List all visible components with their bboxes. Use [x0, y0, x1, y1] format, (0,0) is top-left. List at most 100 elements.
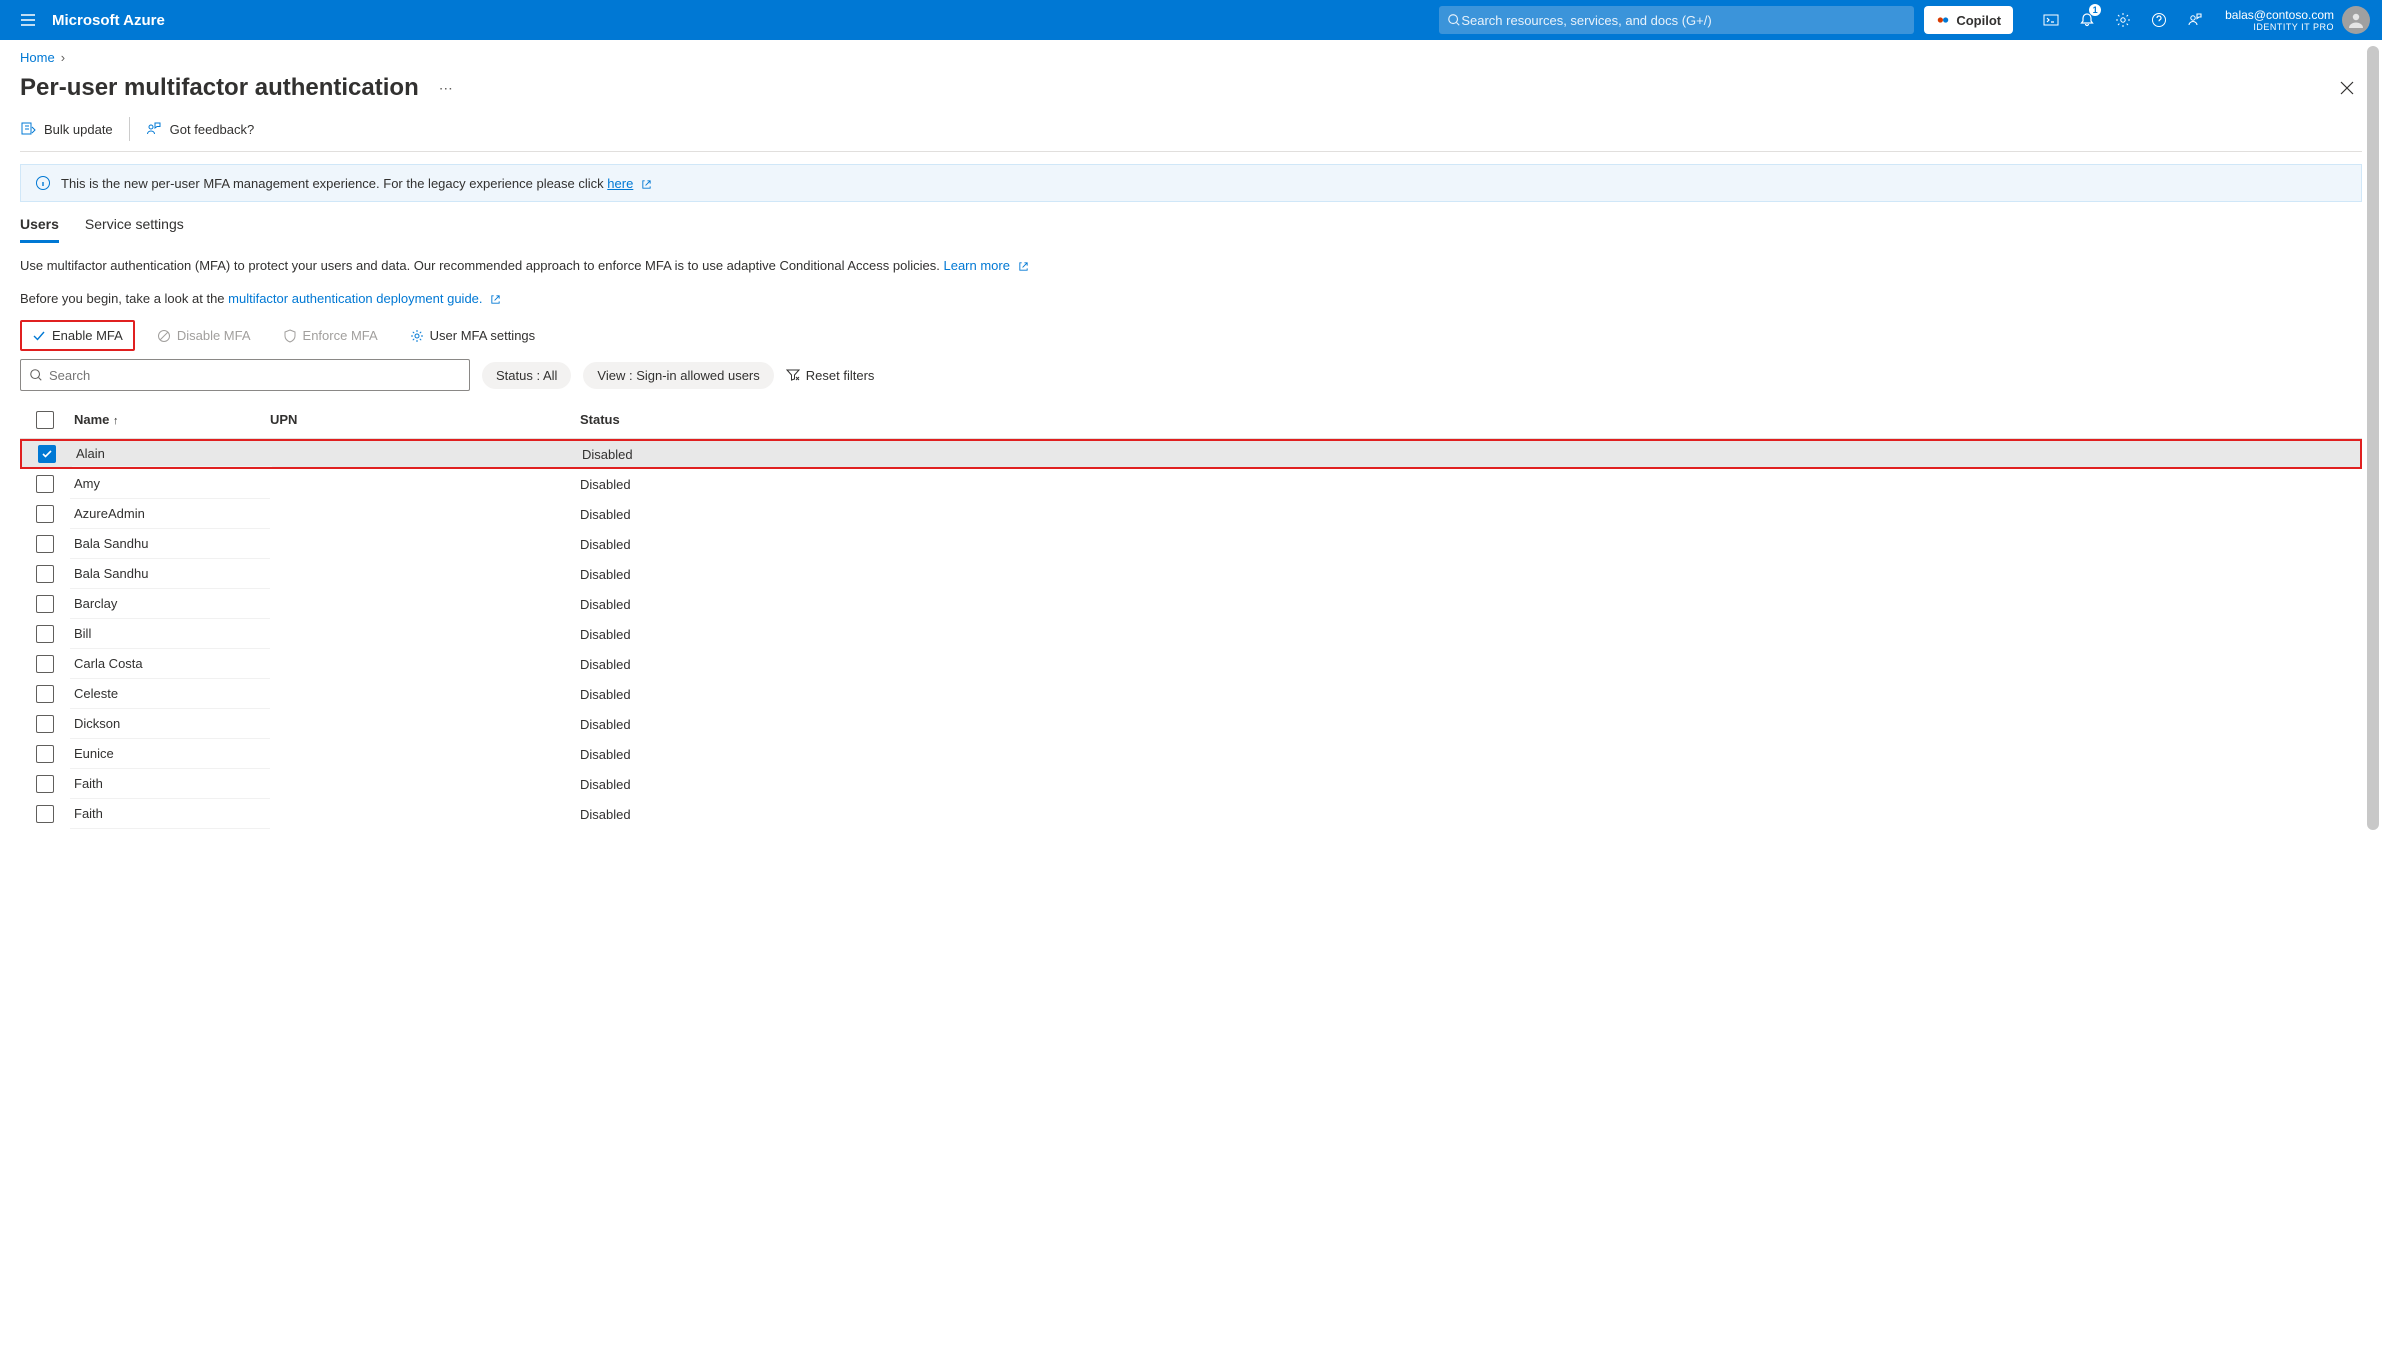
table-row[interactable]: Bala SandhuDisabled	[20, 559, 2362, 589]
row-status: Disabled	[580, 537, 2362, 552]
close-button[interactable]	[2332, 73, 2362, 103]
row-status: Disabled	[580, 657, 2362, 672]
row-checkbox[interactable]	[36, 505, 54, 523]
intro-text-2: Before you begin, take a look at the mul…	[0, 273, 2382, 306]
row-name: Faith	[70, 799, 270, 829]
table-header: Name ↑ UPN Status	[20, 401, 2362, 439]
row-checkbox[interactable]	[36, 805, 54, 823]
avatar[interactable]	[2342, 6, 2370, 34]
account-email: balas@contoso.com	[2225, 8, 2334, 22]
check-icon	[32, 329, 46, 343]
column-name[interactable]: Name ↑	[70, 412, 270, 427]
help-icon	[2151, 12, 2167, 28]
row-status: Disabled	[580, 807, 2362, 822]
row-status: Disabled	[582, 447, 2360, 462]
row-checkbox[interactable]	[36, 745, 54, 763]
table-row[interactable]: Barclay Disabled	[20, 589, 2362, 619]
table-row[interactable]: Bala Sandhu Disabled	[20, 529, 2362, 559]
cloud-shell-button[interactable]	[2033, 0, 2069, 40]
row-name: Bill	[70, 619, 270, 649]
person-feedback-icon	[2187, 12, 2203, 28]
row-status: Disabled	[580, 687, 2362, 702]
row-checkbox[interactable]	[36, 685, 54, 703]
table-row[interactable]: DicksonDisabled	[20, 709, 2362, 739]
chevron-right-icon: ›	[61, 50, 65, 65]
table-row[interactable]: AzureAdminDisabled	[20, 499, 2362, 529]
page-scrollbar[interactable]	[2366, 42, 2380, 1349]
legacy-link[interactable]: here	[607, 176, 633, 191]
table-row[interactable]: Faith Disabled	[20, 799, 2362, 829]
info-banner: This is the new per-user MFA management …	[20, 164, 2362, 202]
table-search-input[interactable]	[49, 368, 461, 383]
reset-filters-button[interactable]: Reset filters	[786, 368, 875, 383]
tab-users[interactable]: Users	[20, 216, 59, 243]
row-status: Disabled	[580, 507, 2362, 522]
select-all-checkbox[interactable]	[36, 411, 54, 429]
row-checkbox[interactable]	[36, 655, 54, 673]
global-search[interactable]	[1439, 6, 1914, 34]
table-row[interactable]: CelesteDisabled	[20, 679, 2362, 709]
table-row[interactable]: BillDisabled	[20, 619, 2362, 649]
row-checkbox[interactable]	[36, 715, 54, 733]
copilot-button[interactable]: Copilot	[1924, 6, 2013, 34]
table-row[interactable]: Amy Disabled	[20, 469, 2362, 499]
enable-mfa-button[interactable]: Enable MFA	[20, 320, 135, 351]
tabs: Users Service settings	[0, 202, 2382, 244]
row-checkbox[interactable]	[36, 625, 54, 643]
row-checkbox[interactable]	[36, 565, 54, 583]
view-filter-pill[interactable]: View : Sign-in allowed users	[583, 362, 773, 389]
table-row[interactable]: EuniceDisabled	[20, 739, 2362, 769]
tab-service-settings[interactable]: Service settings	[85, 216, 184, 243]
close-icon	[2340, 81, 2354, 95]
user-mfa-settings-button[interactable]: User MFA settings	[400, 322, 545, 349]
breadcrumb: Home ›	[0, 40, 2382, 65]
external-link-icon	[490, 294, 501, 305]
row-checkbox[interactable]	[36, 535, 54, 553]
sort-up-icon: ↑	[113, 415, 119, 427]
external-link-icon	[1018, 261, 1029, 272]
row-checkbox[interactable]	[36, 775, 54, 793]
breadcrumb-home[interactable]: Home	[20, 50, 55, 65]
row-status: Disabled	[580, 567, 2362, 582]
row-status: Disabled	[580, 747, 2362, 762]
help-button[interactable]	[2141, 0, 2177, 40]
column-upn[interactable]: UPN	[270, 412, 580, 427]
row-name: Amy	[70, 469, 270, 499]
row-checkbox[interactable]	[36, 595, 54, 613]
table-row[interactable]: Alain Disabled	[20, 439, 2362, 469]
table-row[interactable]: Faith Disabled	[20, 769, 2362, 799]
row-status: Disabled	[580, 597, 2362, 612]
table-search[interactable]	[20, 359, 470, 391]
row-name: Faith	[70, 769, 270, 799]
notification-badge: 1	[2089, 4, 2101, 16]
row-status: Disabled	[580, 477, 2362, 492]
row-name: Alain	[72, 441, 272, 467]
scrollbar-thumb[interactable]	[2367, 46, 2379, 830]
bulk-update-button[interactable]: Bulk update	[20, 121, 113, 137]
account-role: IDENTITY IT PRO	[2225, 22, 2334, 32]
search-icon	[1447, 13, 1461, 27]
learn-more-link[interactable]: Learn more	[943, 258, 1009, 273]
column-status[interactable]: Status	[580, 412, 2362, 427]
feedback-button[interactable]	[2177, 0, 2213, 40]
notifications-button[interactable]: 1	[2069, 0, 2105, 40]
settings-button[interactable]	[2105, 0, 2141, 40]
account-info[interactable]: balas@contoso.com IDENTITY IT PRO	[2225, 8, 2334, 32]
deployment-guide-link[interactable]: multifactor authentication deployment gu…	[228, 291, 482, 306]
row-name: Barclay	[70, 589, 270, 619]
enforce-mfa-button[interactable]: Enforce MFA	[273, 322, 388, 349]
status-filter-pill[interactable]: Status : All	[482, 362, 571, 389]
row-status: Disabled	[580, 777, 2362, 792]
page-title: Per-user multifactor authentication	[20, 74, 419, 102]
row-status: Disabled	[580, 717, 2362, 732]
table-row[interactable]: Carla CostaDisabled	[20, 649, 2362, 679]
block-icon	[157, 329, 171, 343]
disable-mfa-button[interactable]: Disable MFA	[147, 322, 261, 349]
row-checkbox[interactable]	[38, 445, 56, 463]
feedback-link[interactable]: Got feedback?	[146, 121, 255, 137]
hamburger-menu-button[interactable]	[12, 4, 44, 36]
more-actions-button[interactable]: ⋯	[439, 80, 453, 97]
global-search-input[interactable]	[1461, 13, 1906, 28]
row-name: Bala Sandhu	[70, 529, 270, 559]
row-checkbox[interactable]	[36, 475, 54, 493]
